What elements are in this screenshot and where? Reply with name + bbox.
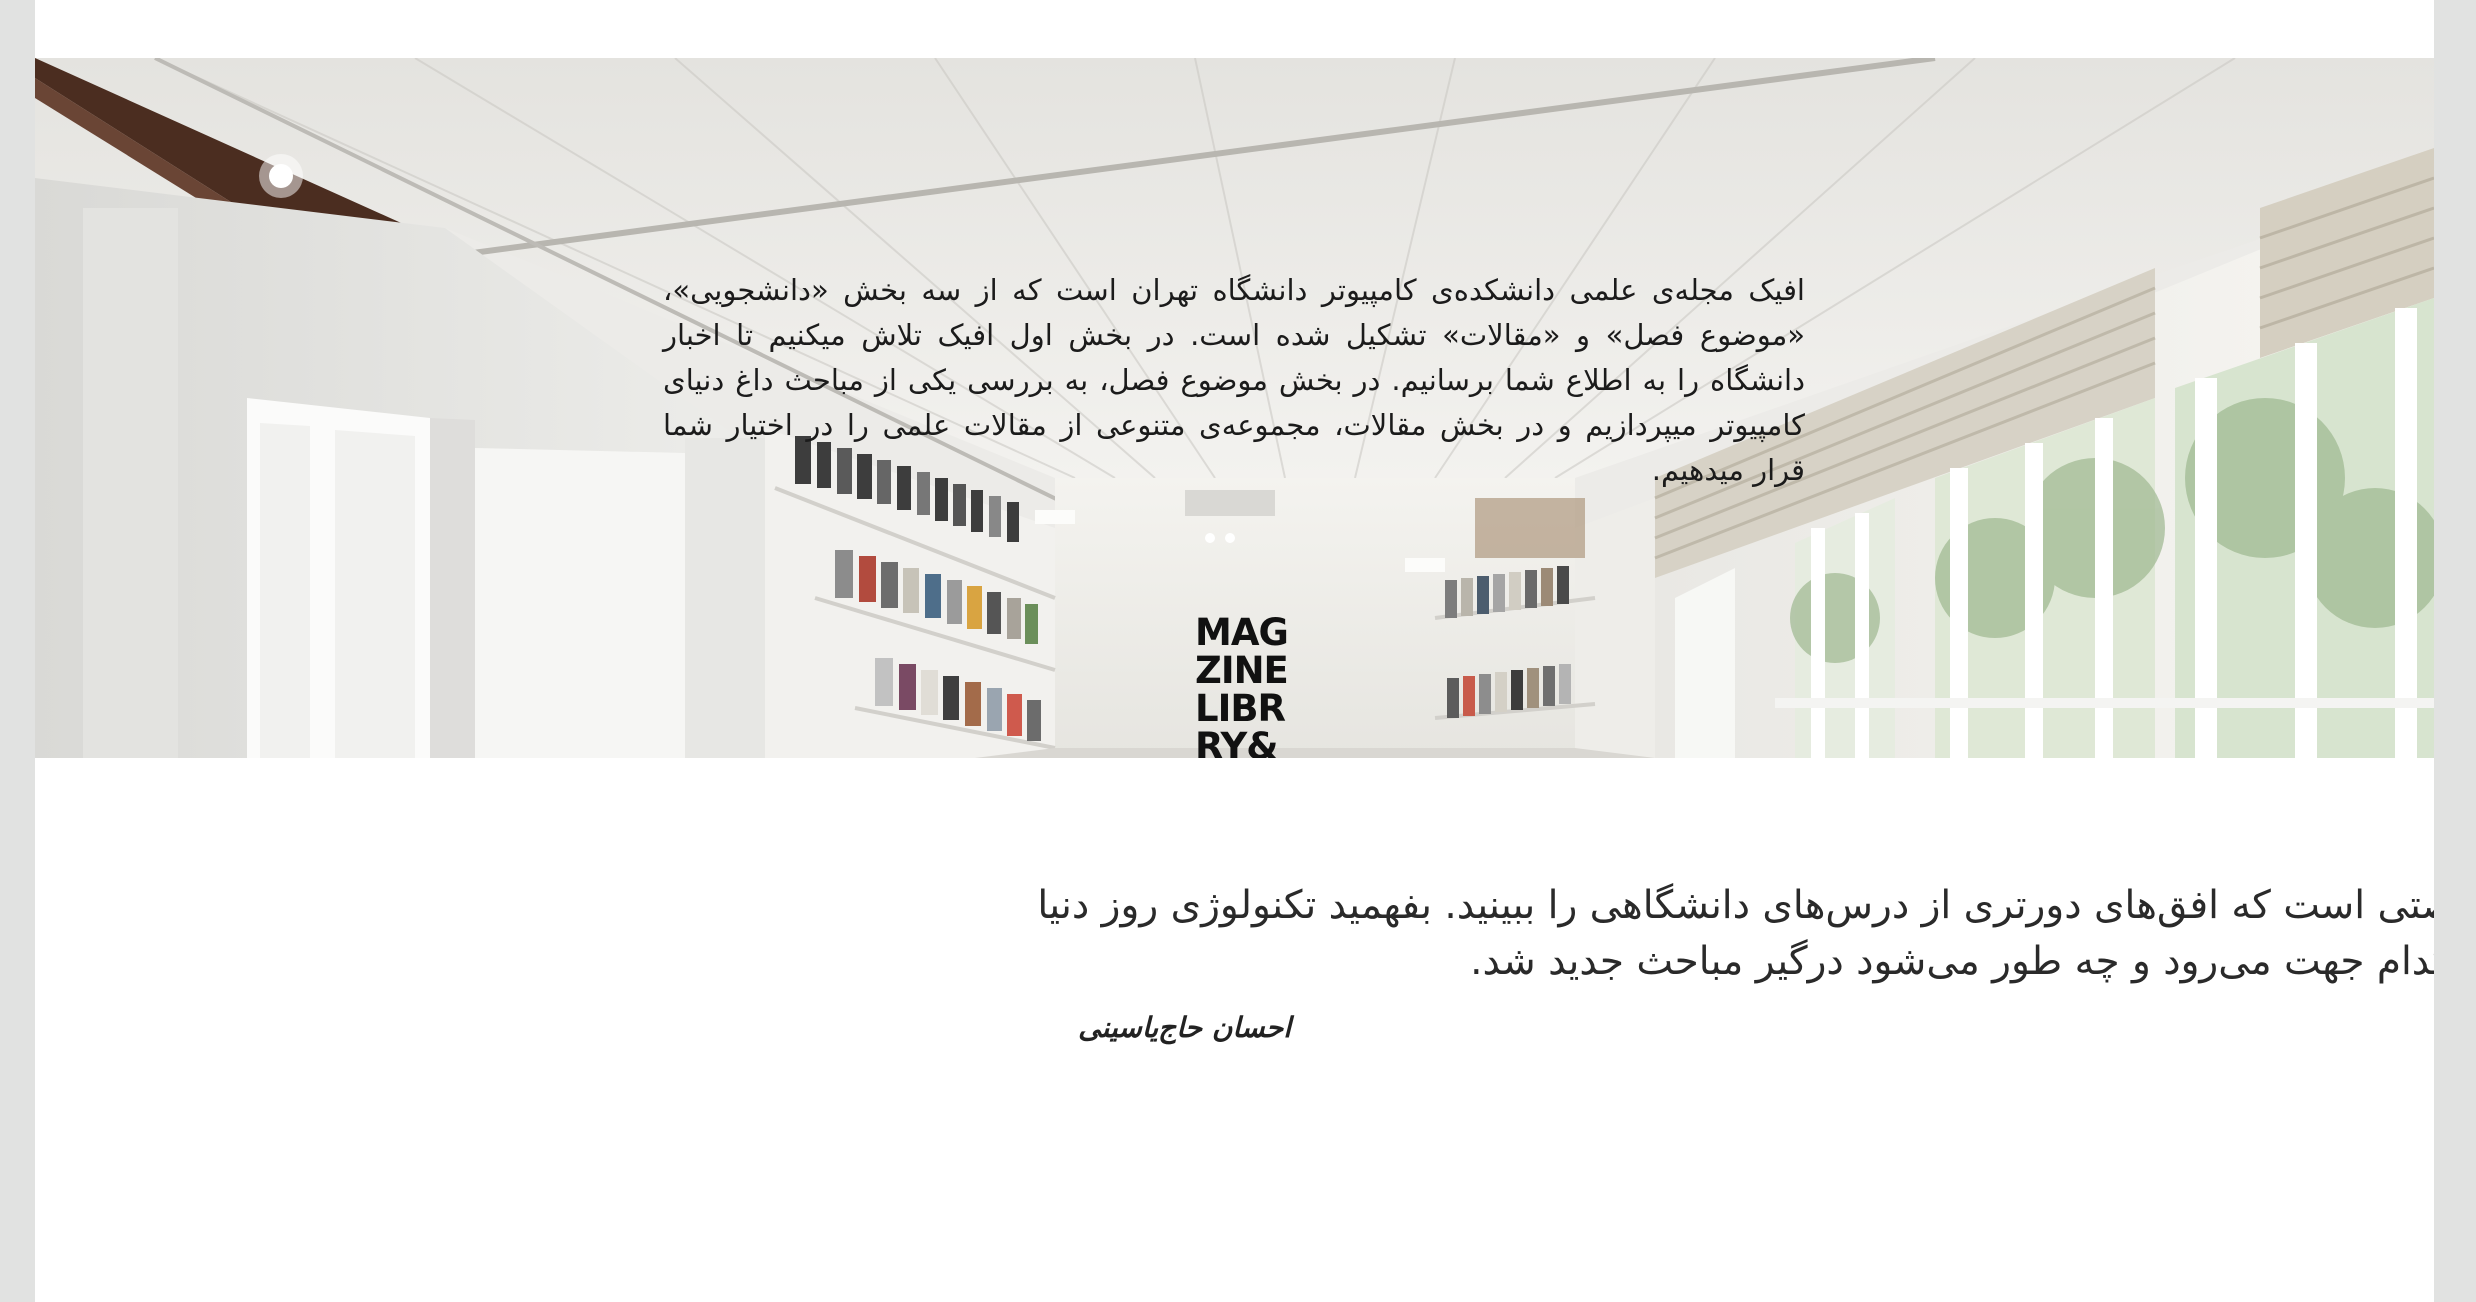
wall-sign: MAG ZINE LIBR RY& bbox=[1195, 611, 1335, 759]
wall-sign-line: MAG bbox=[1195, 611, 1289, 654]
quote-author: احسان حاج‌یاسینی bbox=[1078, 1011, 1291, 1044]
wall-sign-line: LIBR bbox=[1195, 687, 1286, 730]
wall-sign-line: RY& bbox=[1195, 725, 1279, 759]
page-content: MAG ZINE LIBR RY& افیک مجله‌ی علمی دانشک… bbox=[35, 0, 2434, 1302]
wall-sign-line: ZINE bbox=[1195, 649, 1289, 692]
quote-line: به کدام جهت می‌رود و چه طور می‌شود درگیر… bbox=[1470, 939, 2434, 984]
quote-line: فرصتی است که افق‌های دورتری از درس‌های د… bbox=[1037, 883, 2434, 928]
intro-paragraph: افیک مجله‌ی علمی دانشکده‌ی کامپیوتر دانش… bbox=[663, 273, 1805, 487]
testimonial-quote: فرصتی است که افق‌های دورتری از درس‌های د… bbox=[1035, 878, 2434, 990]
hero-banner: MAG ZINE LIBR RY& افیک مجله‌ی علمی دانشک… bbox=[35, 58, 2434, 758]
